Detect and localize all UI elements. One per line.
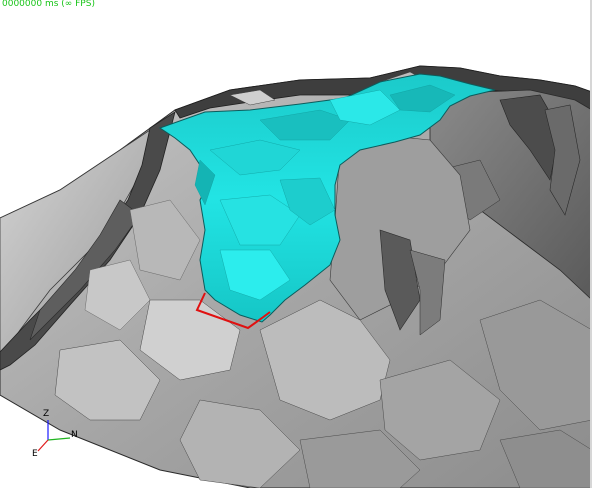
orientation-gizmo: Z N E — [30, 408, 80, 460]
frame-time-readout: 0000000 ms (∞ FPS) — [2, 0, 95, 9]
axis-z-label: Z — [43, 409, 50, 419]
axis-e-label: E — [32, 449, 38, 459]
3d-viewport[interactable]: 0000000 ms (∞ FPS) Z N E — [0, 0, 592, 488]
terrain-scene[interactable] — [0, 0, 592, 488]
axis-n-label: N — [71, 430, 78, 440]
